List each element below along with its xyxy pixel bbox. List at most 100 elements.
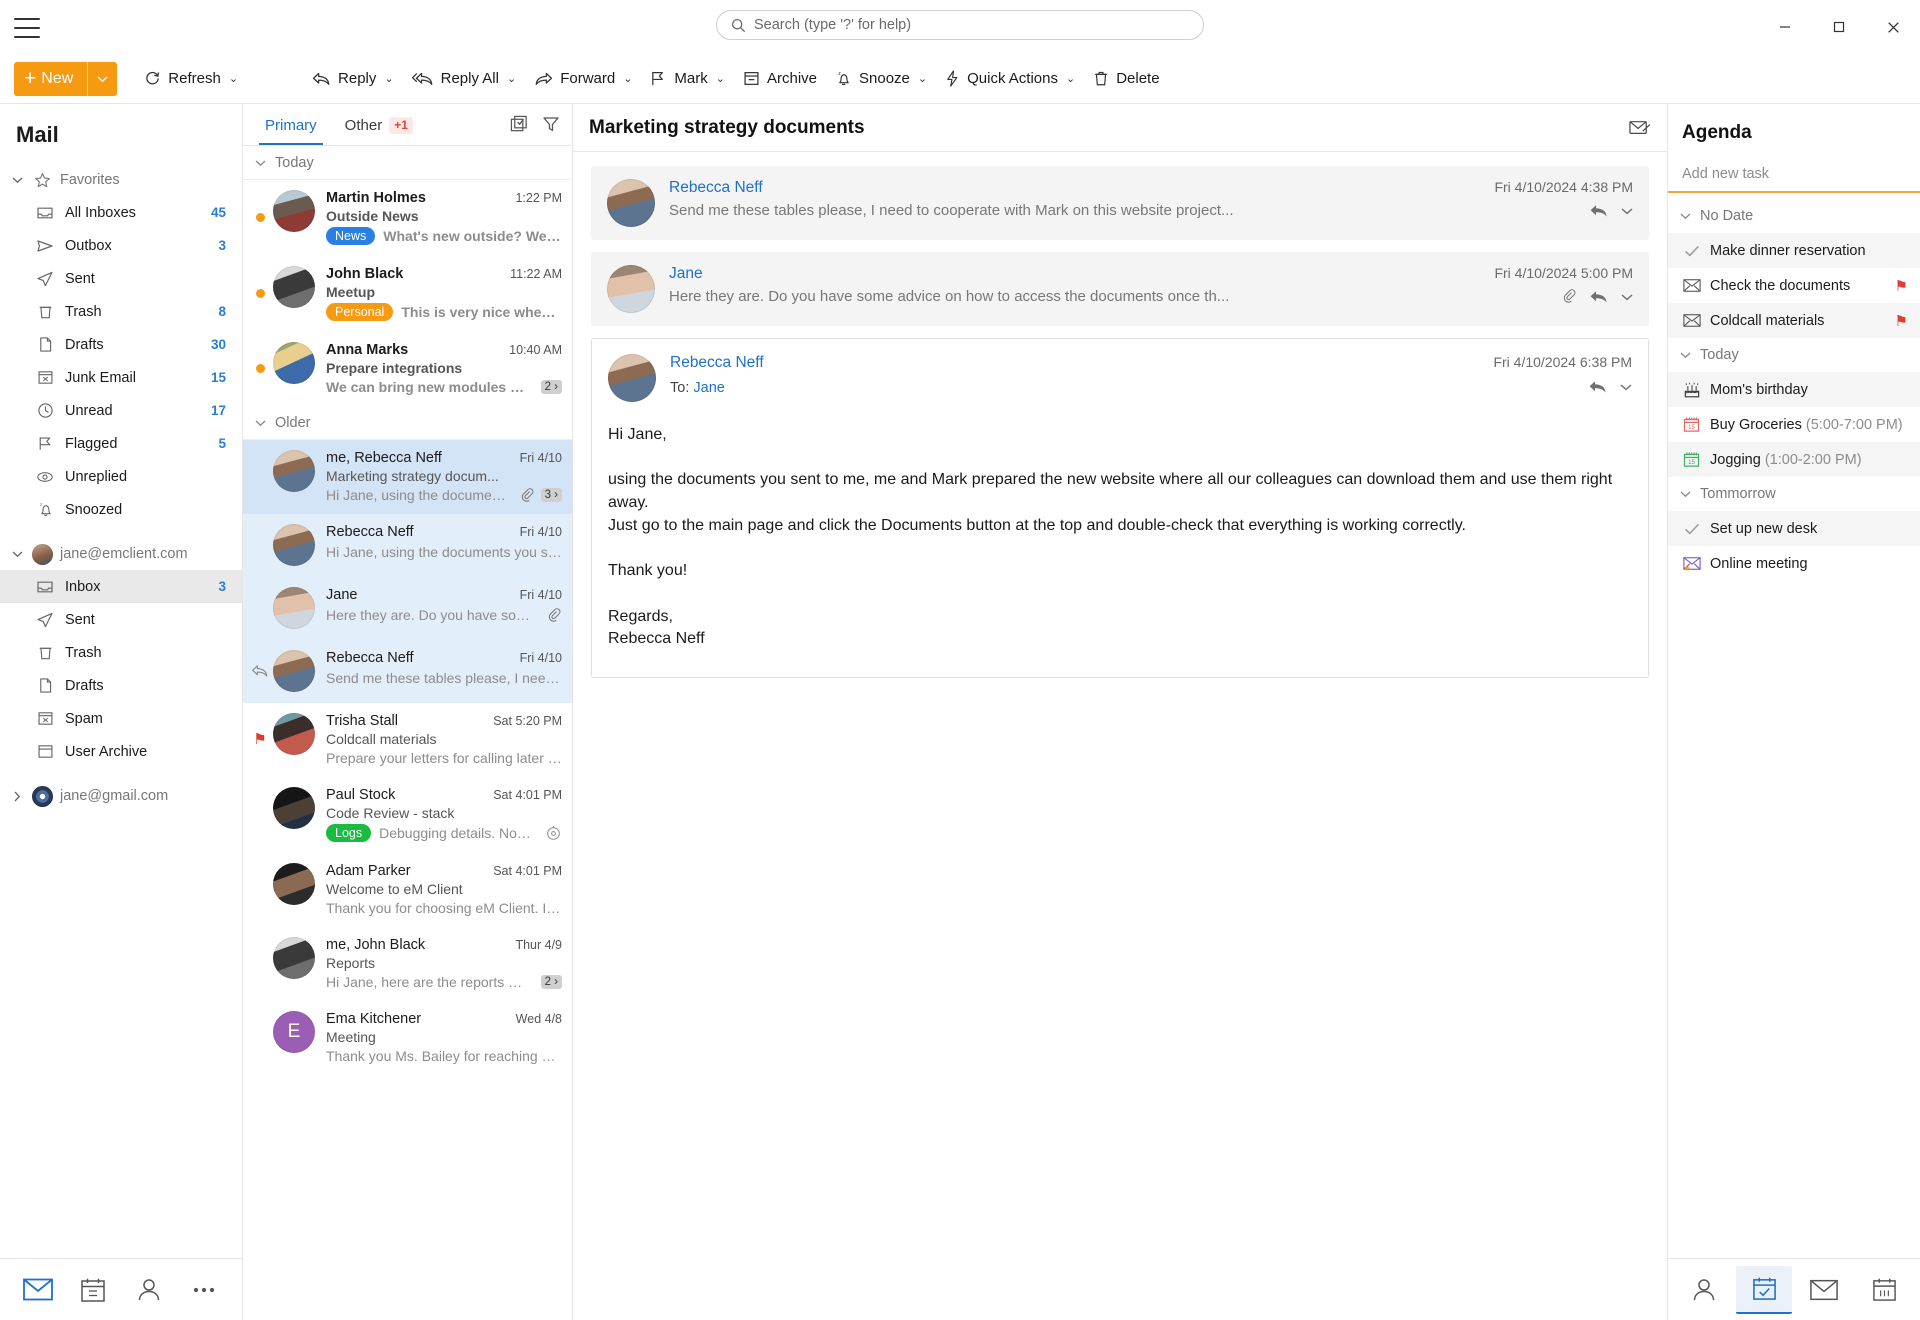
- list-item[interactable]: Paul StockSat 4:01 PMCode Review - stack…: [243, 777, 572, 853]
- chevron-down-icon[interactable]: ⌄: [229, 72, 238, 85]
- quick-actions-button[interactable]: Quick Actions ⌄: [936, 62, 1084, 96]
- sidebar-group-favorites[interactable]: Favorites: [0, 164, 242, 196]
- filter-icon[interactable]: [538, 111, 564, 137]
- mark-button[interactable]: Mark ⌄: [641, 62, 734, 96]
- refresh-button[interactable]: Refresh ⌄: [135, 62, 247, 96]
- sidebar-item-snoozed[interactable]: zSnoozed: [0, 493, 242, 526]
- agenda-item[interactable]: 15Jogging (1:00-2:00 PM): [1668, 442, 1920, 477]
- list-item[interactable]: Anna Marks10:40 AMPrepare integrationsWe…: [243, 332, 572, 406]
- chevron-down-icon[interactable]: [1621, 207, 1633, 215]
- agenda-item[interactable]: Mom's birthday: [1668, 372, 1920, 407]
- list-item[interactable]: me, John BlackThur 4/9ReportsHi Jane, he…: [243, 927, 572, 1001]
- snooze-button[interactable]: z Snooze ⌄: [826, 62, 936, 96]
- agenda-item[interactable]: Online meeting: [1668, 546, 1920, 581]
- attachment-icon[interactable]: [1563, 289, 1577, 304]
- reply-button[interactable]: Reply ⌄: [303, 62, 403, 96]
- reply-icon[interactable]: [1589, 203, 1609, 219]
- select-mode-icon[interactable]: [506, 111, 532, 137]
- flag-icon[interactable]: ⚑: [1895, 277, 1908, 295]
- list-item[interactable]: Rebecca NeffFri 4/10Send me these tables…: [243, 640, 572, 703]
- sidebar-item-trash[interactable]: Trash8: [0, 295, 242, 328]
- module-calendar-button[interactable]: [66, 1266, 122, 1314]
- reply-all-button[interactable]: Reply All ⌄: [403, 62, 526, 96]
- sidebar-item-unread[interactable]: Unread17: [0, 394, 242, 427]
- agenda-section-header[interactable]: Tommorrow: [1668, 477, 1920, 511]
- agenda-item[interactable]: Check the documents⚑: [1668, 268, 1920, 303]
- flag-icon[interactable]: ⚑: [253, 732, 266, 747]
- chevron-down-icon[interactable]: ⌄: [507, 72, 516, 85]
- agenda-mail-button[interactable]: [1796, 1266, 1852, 1314]
- collapsed-message[interactable]: Rebecca NeffFri 4/10/2024 4:38 PMSend me…: [591, 166, 1649, 240]
- reply-icon[interactable]: [1589, 289, 1609, 305]
- sidebar-item-drafts[interactable]: Drafts30: [0, 328, 242, 361]
- search-container[interactable]: Search (type '?' for help): [716, 10, 1204, 40]
- sidebar-item-outbox[interactable]: Outbox3: [0, 229, 242, 262]
- agenda-item[interactable]: Make dinner reservation: [1668, 233, 1920, 268]
- chevron-down-icon[interactable]: ⌄: [918, 72, 927, 85]
- add-new-task-input[interactable]: Add new task: [1668, 158, 1920, 193]
- sidebar-account-emclient[interactable]: jane@emclient.com: [0, 538, 242, 570]
- list-item[interactable]: Rebecca NeffFri 4/10Hi Jane, using the d…: [243, 514, 572, 577]
- sidebar-item-spam[interactable]: Spam: [0, 702, 242, 735]
- agenda-item[interactable]: 15Buy Groceries (5:00-7:00 PM): [1668, 407, 1920, 442]
- message-sender[interactable]: Rebecca Neff: [669, 179, 763, 197]
- list-item[interactable]: Martin Holmes1:22 PMOutside NewsNewsWhat…: [243, 180, 572, 256]
- list-item[interactable]: EEma KitchenerWed 4/8MeetingThank you Ms…: [243, 1001, 572, 1075]
- list-item[interactable]: Adam ParkerSat 4:01 PMWelcome to eM Clie…: [243, 853, 572, 927]
- collapsed-message[interactable]: JaneFri 4/10/2024 5:00 PMHere they are. …: [591, 252, 1649, 326]
- to-value[interactable]: Jane: [693, 380, 724, 396]
- message-sender[interactable]: Jane: [669, 265, 703, 283]
- category-tag[interactable]: News: [326, 227, 375, 245]
- agenda-item[interactable]: Set up new desk: [1668, 511, 1920, 546]
- category-tag[interactable]: Personal: [326, 303, 393, 321]
- list-item[interactable]: JaneFri 4/10Here they are. Do you have s…: [243, 577, 572, 640]
- reply-icon[interactable]: [1588, 379, 1608, 395]
- chevron-down-icon[interactable]: ⌄: [716, 72, 725, 85]
- sidebar-item-sent[interactable]: Sent: [0, 262, 242, 295]
- agenda-section-header[interactable]: Today: [1668, 338, 1920, 372]
- chevron-down-icon[interactable]: [1621, 293, 1633, 301]
- sidebar-item-all-inboxes[interactable]: All Inboxes45: [0, 196, 242, 229]
- sidebar-item-unreplied[interactable]: Unreplied: [0, 460, 242, 493]
- forward-button[interactable]: Forward ⌄: [525, 62, 641, 96]
- agenda-section-header[interactable]: No Date: [1668, 199, 1920, 233]
- archive-button[interactable]: Archive: [734, 62, 826, 96]
- chevron-down-icon[interactable]: ⌄: [623, 72, 632, 85]
- sidebar-item-drafts[interactable]: Drafts: [0, 669, 242, 702]
- close-button[interactable]: [1866, 0, 1920, 54]
- agenda-calendar-button[interactable]: [1856, 1266, 1912, 1314]
- module-more-button[interactable]: [177, 1266, 233, 1314]
- chevron-down-icon[interactable]: [1620, 383, 1632, 391]
- search-box[interactable]: Search (type '?' for help): [716, 10, 1204, 40]
- agenda-contacts-button[interactable]: [1676, 1266, 1732, 1314]
- list-item[interactable]: John Black11:22 AMMeetupPersonalThis is …: [243, 256, 572, 332]
- delete-button[interactable]: Delete: [1084, 62, 1168, 96]
- list-item[interactable]: me, Rebecca NeffFri 4/10Marketing strate…: [243, 440, 572, 514]
- sidebar-item-user-archive[interactable]: User Archive: [0, 735, 242, 768]
- agenda-tasks-button[interactable]: [1736, 1266, 1792, 1314]
- category-tag[interactable]: Logs: [326, 824, 371, 842]
- module-mail-button[interactable]: [10, 1266, 66, 1314]
- flag-icon[interactable]: ⚑: [1895, 312, 1908, 330]
- sidebar-item-sent[interactable]: Sent: [0, 603, 242, 636]
- sidebar-item-junk-email[interactable]: Junk Email15: [0, 361, 242, 394]
- sidebar-item-trash[interactable]: Trash: [0, 636, 242, 669]
- new-dropdown-caret-icon[interactable]: [88, 62, 117, 96]
- chevron-down-icon[interactable]: ⌄: [384, 72, 393, 85]
- agenda-item[interactable]: Coldcall materials⚑: [1668, 303, 1920, 338]
- new-button[interactable]: +New: [14, 62, 117, 96]
- tab-other[interactable]: Other +1: [331, 105, 427, 145]
- open-message-sender[interactable]: Rebecca Neff: [670, 354, 764, 372]
- list-section-header[interactable]: Older: [243, 406, 572, 440]
- list-item[interactable]: ⚑Trisha StallSat 5:20 PMColdcall materia…: [243, 703, 572, 777]
- sidebar-account-gmail[interactable]: jane@gmail.com: [0, 780, 242, 812]
- chevron-down-icon[interactable]: ⌄: [1066, 72, 1075, 85]
- module-contacts-button[interactable]: [121, 1266, 177, 1314]
- maximize-button[interactable]: [1812, 0, 1866, 54]
- conversation-view-icon[interactable]: [1629, 119, 1651, 137]
- menu-hamburger-icon[interactable]: [14, 18, 40, 38]
- sidebar-item-flagged[interactable]: Flagged5: [0, 427, 242, 460]
- list-section-header[interactable]: Today: [243, 146, 572, 180]
- minimize-button[interactable]: [1758, 0, 1812, 54]
- tab-primary[interactable]: Primary: [251, 105, 331, 145]
